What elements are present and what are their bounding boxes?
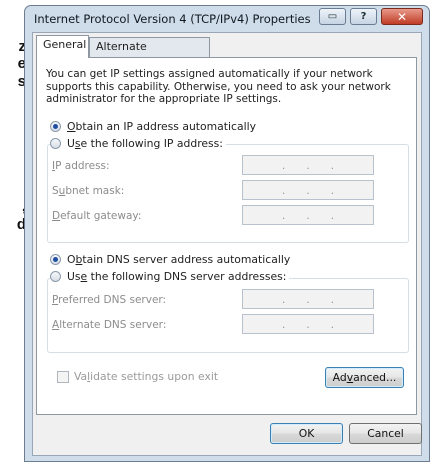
radio-label: Obtain DNS server address automatically (67, 253, 291, 266)
default-gateway-input[interactable]: ... (242, 205, 374, 225)
radio-selected-icon (50, 254, 61, 265)
checkbox-unchecked-icon (57, 370, 69, 383)
background-text-fragment: , (0, 198, 26, 215)
radio-unselected-icon (50, 138, 61, 149)
radio-label: Obtain an IP address automatically (67, 120, 256, 133)
validate-settings-checkbox[interactable]: Validate settings upon exit (57, 370, 218, 383)
intro-text: You can get IP settings assigned automat… (46, 68, 391, 105)
help-button[interactable]: ? (350, 8, 377, 25)
background-text-fragment: d (16, 216, 26, 233)
dialog-client-area: General Alternate Configuration You can … (32, 32, 422, 456)
tcpip-properties-dialog: Internet Protocol Version 4 (TCP/IPv4) P… (24, 5, 430, 462)
alternate-dns-label: Alternate DNS server: (52, 319, 167, 331)
radio-selected-icon (50, 121, 61, 132)
close-button[interactable]: ✕ (381, 8, 423, 25)
title-bar[interactable]: Internet Protocol Version 4 (TCP/IPv4) P… (25, 6, 429, 32)
radio-unselected-icon (50, 271, 61, 282)
obtain-dns-automatically-radio[interactable]: Obtain DNS server address automatically (50, 253, 294, 266)
background-text-fragment: z (18, 38, 27, 55)
dialog-title: Internet Protocol Version 4 (TCP/IPv4) P… (34, 12, 311, 26)
checkbox-label: Validate settings upon exit (74, 370, 219, 383)
default-gateway-label: Default gateway: (52, 210, 142, 222)
radio-label: Use the following DNS server addresses: (67, 270, 287, 283)
preferred-dns-input[interactable]: ... (242, 289, 374, 309)
background-text-fragment: s (17, 73, 26, 90)
ip-address-input[interactable]: ... (242, 155, 374, 175)
ip-address-label: IP address: (52, 160, 110, 172)
alternate-dns-input[interactable]: ... (242, 314, 374, 334)
ok-button[interactable]: OK (270, 423, 343, 444)
advanced-button[interactable]: Ad v anced... (325, 367, 404, 388)
subnet-mask-input[interactable]: ... (242, 180, 374, 200)
preferred-dns-label: Preferred DNS server: (52, 294, 167, 306)
tab-general[interactable]: General (36, 35, 89, 58)
general-tab-panel: You can get IP settings assigned automat… (36, 57, 417, 415)
use-following-dns-radio[interactable]: Use the following DNS server addresses: (50, 270, 290, 283)
obtain-ip-automatically-radio[interactable]: Obtain an IP address automatically (50, 120, 259, 133)
background-text-fragment: e (17, 55, 26, 72)
subnet-mask-label: Subnet mask: (52, 185, 125, 197)
cancel-button[interactable]: Cancel (349, 423, 422, 444)
tab-alternate-configuration[interactable]: Alternate Configuration (89, 37, 210, 71)
restore-icon[interactable]: ▭ (319, 8, 346, 25)
radio-label: Use the following IP address: (67, 137, 223, 150)
use-following-ip-radio[interactable]: Use the following IP address: (50, 137, 226, 150)
